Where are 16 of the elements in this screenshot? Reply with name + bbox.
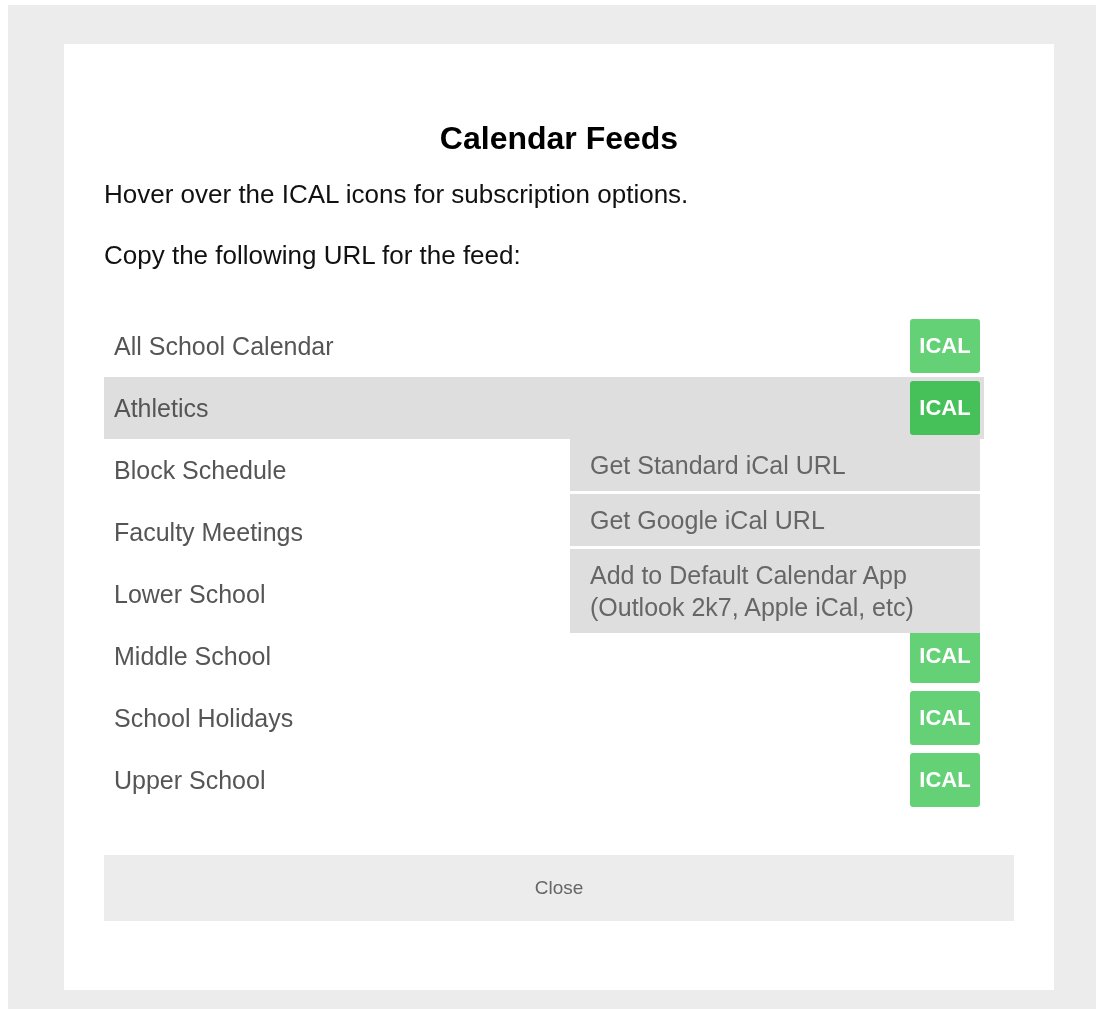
dialog-title: Calendar Feeds (438, 120, 680, 157)
feed-name: Athletics (114, 393, 209, 423)
feed-row[interactable]: All School Calendar ICAL (104, 315, 984, 377)
feed-row[interactable]: Athletics ICAL (104, 377, 984, 439)
feed-name: School Holidays (114, 703, 294, 733)
menu-item[interactable]: Add to Default Calendar App (Outlook 2k7, Apple iCal, etc) (570, 549, 980, 633)
feed-row[interactable]: Upper School ICAL (104, 749, 984, 811)
instruction-text: Hover over the ICAL icons for subscription options. (104, 179, 690, 210)
feed-row[interactable]: School Holidays ICAL (104, 687, 984, 749)
feed-name: Upper School (114, 765, 266, 795)
close-button[interactable]: Close (104, 855, 1014, 921)
feed-name: All School Calendar (114, 331, 334, 361)
instruction-text: Copy the following URL for the feed: (104, 240, 522, 271)
feed-name: Middle School (114, 641, 272, 671)
menu-item[interactable]: Get Google iCal URL (570, 494, 980, 546)
menu-item[interactable]: Get Standard iCal URL (570, 439, 980, 491)
